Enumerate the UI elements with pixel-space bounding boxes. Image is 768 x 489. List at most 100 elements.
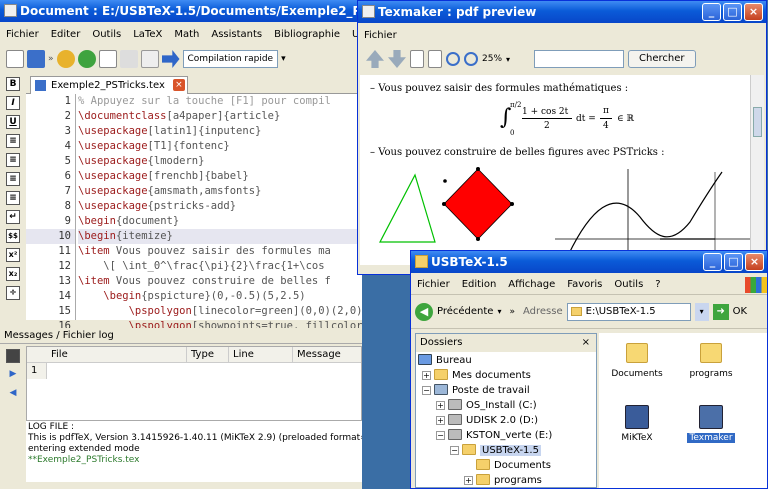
col-file[interactable]: File xyxy=(47,347,187,363)
run-arrow-icon[interactable] xyxy=(161,50,180,68)
close-button[interactable]: × xyxy=(745,253,764,271)
address-dropdown-icon[interactable]: ▾ xyxy=(694,302,709,321)
pdf-vertical-scrollbar[interactable] xyxy=(750,75,764,265)
next-error-icon[interactable]: ▶ xyxy=(6,368,20,382)
tree-item-kston-verte[interactable]: − KSTON_verte (E:) xyxy=(436,429,552,443)
maximize-button[interactable]: □ xyxy=(723,3,742,21)
cut-icon[interactable] xyxy=(119,50,138,68)
code-line[interactable]: \item Vous pouvez construire de belles f xyxy=(78,274,362,289)
paste-icon[interactable] xyxy=(140,50,159,68)
menu-assistants[interactable]: Assistants xyxy=(205,29,268,40)
code-line[interactable]: \begin{document} xyxy=(78,214,362,229)
collapse-icon[interactable]: − xyxy=(422,386,431,395)
bold-button[interactable]: B xyxy=(6,77,20,91)
code-line[interactable]: % Appuyez sur la touche [F1] pour compil xyxy=(78,94,362,109)
ok-button[interactable]: OK xyxy=(733,306,747,317)
display-math-button[interactable]: $$ xyxy=(6,229,20,243)
subscript-button[interactable]: x₂ xyxy=(6,267,20,281)
col-message[interactable]: Message xyxy=(293,347,361,363)
superscript-button[interactable]: x² xyxy=(6,248,20,262)
pdf-titlebar[interactable]: Texmaker : pdf preview _ □ × xyxy=(358,1,766,23)
expand-icon[interactable]: + xyxy=(464,476,473,485)
tree-item-mes-documents[interactable]: + Mes documents xyxy=(422,369,531,383)
tree-item-programs[interactable]: + programs xyxy=(464,474,542,488)
code-text[interactable]: % Appuyez sur la touche [F1] pour compil… xyxy=(78,94,362,334)
code-line[interactable]: \usepackage{pstricks-add} xyxy=(78,199,362,214)
zoom-out-icon[interactable] xyxy=(464,52,478,66)
pdf-search-input[interactable] xyxy=(534,50,625,68)
code-line[interactable]: \usepackage{amsmath,amsfonts} xyxy=(78,184,362,199)
menu-fichier[interactable]: Fichier xyxy=(0,29,45,40)
messages-toggle-icon[interactable] xyxy=(6,349,20,363)
tree-item-documents[interactable]: Documents xyxy=(476,459,551,473)
tree-item-poste-de-travail[interactable]: − Poste de travail xyxy=(422,384,530,398)
save-icon[interactable] xyxy=(27,50,45,68)
menu-favoris[interactable]: Favoris xyxy=(561,279,608,290)
italic-button[interactable]: I xyxy=(6,96,20,110)
menu-outils[interactable]: Outils xyxy=(608,279,649,290)
code-editor[interactable]: 1 2 3 4 5 6 7 8 9 10 11 12 13 14 15 16 % Appuyez sur la… xyxy=(26,94,362,332)
code-line[interactable]: \begin{itemize} xyxy=(78,229,362,244)
go-arrow-icon[interactable]: ➜ xyxy=(712,303,729,320)
texmaker-titlebar[interactable]: Document : E:/USBTeX-1.5/Documents/Exemp… xyxy=(0,0,362,22)
toolbar-overflow-icon[interactable]: » xyxy=(48,54,54,64)
collapse-icon[interactable]: − xyxy=(450,446,459,455)
page-up-icon[interactable] xyxy=(366,50,384,68)
tree-item-udisk[interactable]: + UDISK 2.0 (D:) xyxy=(436,414,538,428)
tree-item-usbtex[interactable]: − USBTeX-1.5 xyxy=(450,444,541,458)
menu-fichier[interactable]: Fichier xyxy=(358,30,403,41)
back-arrow-icon[interactable]: ◀ xyxy=(415,302,433,321)
expand-icon[interactable]: + xyxy=(422,371,431,380)
file-item-miktex[interactable]: MiKTeX xyxy=(607,405,667,443)
pdf-page[interactable]: – Vous pouvez saisir des formules mathém… xyxy=(360,75,750,265)
zoom-level[interactable]: 25% xyxy=(482,54,502,64)
code-line[interactable]: \usepackage[T1]{fontenc} xyxy=(78,139,362,154)
menu-bibliographie[interactable]: Bibliographie xyxy=(268,29,346,40)
menu-math[interactable]: Math xyxy=(168,29,205,40)
combo-arrow-icon[interactable]: ▾ xyxy=(281,54,286,64)
minimize-button[interactable]: _ xyxy=(703,253,722,271)
search-button[interactable]: Chercher xyxy=(628,50,696,68)
align-left-icon[interactable]: ≡ xyxy=(6,134,20,148)
page-down-icon[interactable] xyxy=(388,50,406,68)
col-line[interactable]: Line xyxy=(229,347,293,363)
menu-outils[interactable]: Outils xyxy=(86,29,127,40)
fraction-button[interactable]: ÷ xyxy=(6,286,20,300)
expand-icon[interactable]: + xyxy=(436,401,445,410)
file-item-texmaker[interactable]: Texmaker xyxy=(681,405,741,443)
code-line[interactable]: \[ \int_0^\frac{\pi}{2}\frac{1+\cos xyxy=(78,259,362,274)
address-input[interactable]: E:\USBTeX-1.5 xyxy=(566,302,691,321)
align-right-icon[interactable]: ≡ xyxy=(6,172,20,186)
zoom-in-icon[interactable] xyxy=(446,52,460,66)
code-line[interactable]: \item Vous pouvez saisir des formules ma xyxy=(78,244,362,259)
code-line[interactable]: \usepackage[latin1]{inputenc} xyxy=(78,124,362,139)
menu-fichier[interactable]: Fichier xyxy=(411,279,456,290)
close-tree-icon[interactable]: × xyxy=(582,334,590,352)
menu-latex[interactable]: LaTeX xyxy=(127,29,168,40)
facing-pages-icon[interactable] xyxy=(428,50,442,68)
minimize-button[interactable]: _ xyxy=(702,3,721,21)
undo-icon[interactable] xyxy=(56,50,75,68)
underline-button[interactable]: U xyxy=(6,115,20,129)
code-line[interactable]: \usepackage[frenchb]{babel} xyxy=(78,169,362,184)
maximize-button[interactable]: □ xyxy=(724,253,743,271)
close-tab-icon[interactable]: × xyxy=(172,79,185,91)
justify-icon[interactable]: ≡ xyxy=(6,191,20,205)
quick-build-combo[interactable]: Compilation rapide xyxy=(182,50,279,68)
prev-error-icon[interactable]: ◀ xyxy=(6,387,20,401)
expand-icon[interactable]: + xyxy=(436,416,445,425)
toolbar-overflow-icon[interactable]: » xyxy=(509,307,515,317)
zoom-dropdown-icon[interactable]: ▾ xyxy=(506,55,510,64)
file-item-documents[interactable]: Documents xyxy=(607,343,667,379)
copy-icon[interactable] xyxy=(98,50,117,68)
close-button[interactable]: × xyxy=(744,3,763,21)
menu-editer[interactable]: Editer xyxy=(45,29,87,40)
scroll-thumb[interactable] xyxy=(753,107,762,137)
col-type[interactable]: Type xyxy=(187,347,229,363)
log-output[interactable]: LOG FILE : This is pdfTeX, Version 3.141… xyxy=(26,420,362,482)
align-center-icon[interactable]: ≡ xyxy=(6,153,20,167)
collapse-icon[interactable]: − xyxy=(436,431,445,440)
tree-item-os-install[interactable]: + OS_Install (C:) xyxy=(436,399,537,413)
menu-affichage[interactable]: Affichage xyxy=(502,279,561,290)
back-dropdown-icon[interactable]: ▾ xyxy=(497,307,501,316)
